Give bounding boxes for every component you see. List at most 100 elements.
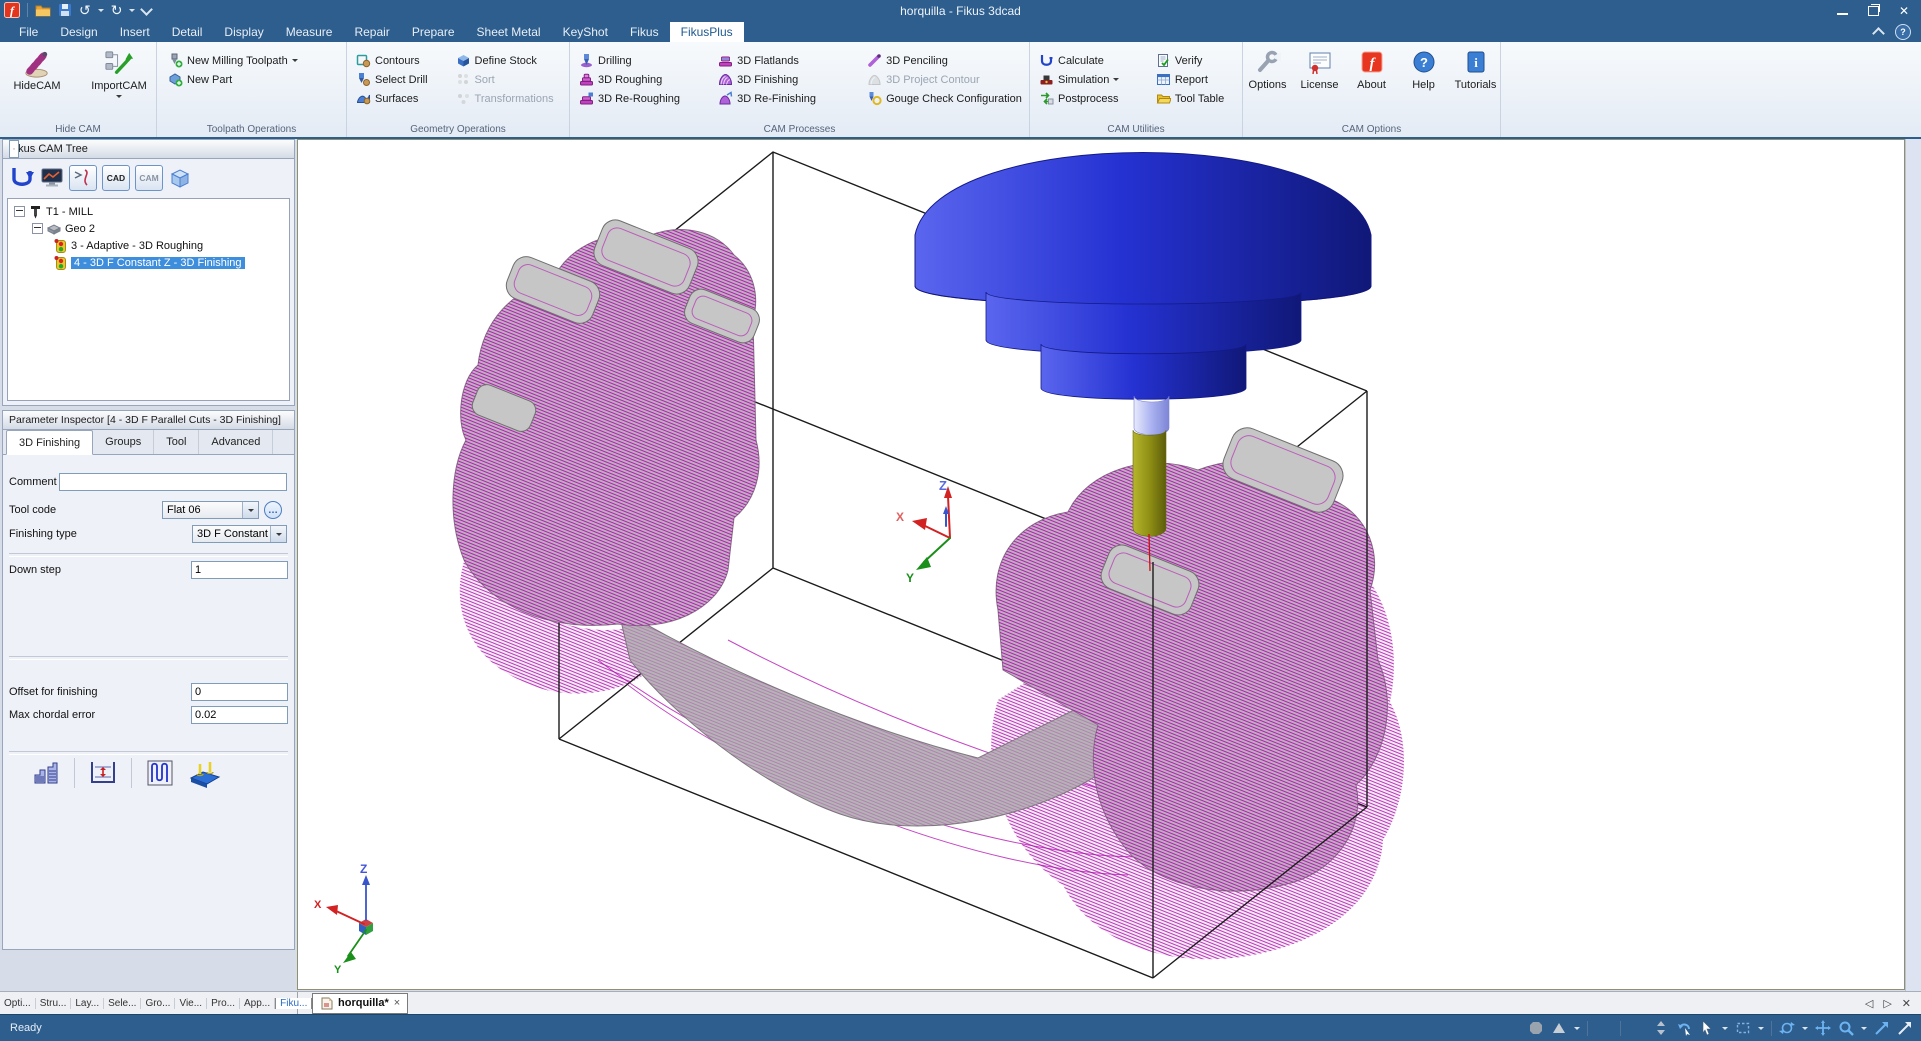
undo-dropdown[interactable]: [98, 9, 104, 15]
3d-re-roughing-button[interactable]: 3D Re-Roughing: [576, 89, 715, 108]
panel-tab-views[interactable]: Vie...: [175, 998, 207, 1009]
measure-arrow-icon[interactable]: [1874, 1020, 1890, 1036]
stop-octagon-icon[interactable]: [1528, 1020, 1544, 1036]
postprocess-button[interactable]: Postprocess: [1036, 89, 1153, 108]
cam-view-button[interactable]: CAM: [135, 165, 163, 191]
gouge-check-configuration-button[interactable]: Gouge Check Configuration: [864, 89, 1029, 108]
combo-arrow[interactable]: [270, 526, 286, 542]
tab-repair[interactable]: Repair: [343, 22, 400, 42]
close-button[interactable]: ✕: [1899, 4, 1909, 18]
fikus-cam-icon[interactable]: [9, 166, 35, 190]
tab-sheet-metal[interactable]: Sheet Metal: [466, 22, 552, 42]
collapse-toggle[interactable]: [14, 206, 25, 217]
simulation-button[interactable]: Simulation: [1036, 70, 1153, 89]
simulation-dropdown[interactable]: [1113, 78, 1119, 84]
drilling-button[interactable]: Drilling: [576, 51, 715, 70]
tree-item-t1-mill[interactable]: T1 - MILL: [8, 203, 289, 220]
tab-detail[interactable]: Detail: [161, 22, 214, 42]
surfaces-button[interactable]: Surfaces: [353, 89, 453, 108]
undo-icon[interactable]: ↺: [79, 2, 91, 18]
select-drill-button[interactable]: Select Drill: [353, 70, 453, 89]
help-button[interactable]: ? Help: [1400, 49, 1448, 91]
scroll-arrows-icon[interactable]: [1653, 1020, 1669, 1036]
importcam-dropdown[interactable]: [116, 95, 122, 101]
tab-nav-prev-icon[interactable]: ◁: [1865, 997, 1873, 1010]
help-icon[interactable]: ?: [1895, 24, 1911, 40]
open-folder-icon[interactable]: [35, 3, 51, 17]
about-button[interactable]: f About: [1348, 49, 1396, 91]
new-milling-toolpath-dropdown[interactable]: [292, 59, 298, 65]
restore-button[interactable]: [1868, 6, 1879, 16]
orbit-dropdown[interactable]: [1802, 1027, 1808, 1033]
tab-nav-next-icon[interactable]: ▷: [1883, 997, 1891, 1010]
customize-qat-icon[interactable]: [141, 3, 154, 16]
panel-tab-groups[interactable]: Gro...: [141, 998, 175, 1009]
layer-triangle-icon[interactable]: [1551, 1020, 1567, 1036]
redo-dropdown[interactable]: [129, 9, 135, 15]
tab-tool[interactable]: Tool: [154, 430, 199, 454]
new-part-button[interactable]: New Part: [165, 70, 342, 89]
tool-code-select[interactable]: Flat 06: [162, 501, 259, 519]
3d-finishing-button[interactable]: 3D Finishing: [715, 70, 864, 89]
3d-penciling-button[interactable]: 3D Penciling: [864, 51, 1029, 70]
marquee-dropdown[interactable]: [1758, 1027, 1764, 1033]
zoom-icon[interactable]: [1838, 1020, 1854, 1036]
tab-prepare[interactable]: Prepare: [401, 22, 466, 42]
zoom-dropdown[interactable]: [1861, 1027, 1867, 1033]
combo-arrow[interactable]: [242, 502, 258, 518]
panel-tab-apps[interactable]: App...: [240, 998, 275, 1009]
viewport-3d[interactable]: Z X Y Z X Y: [297, 139, 1905, 990]
comment-input[interactable]: [59, 473, 287, 491]
down-step-input[interactable]: [191, 561, 288, 579]
define-stock-button[interactable]: Define Stock: [453, 51, 569, 70]
document-tab-horquilla[interactable]: horquilla* ×: [312, 993, 408, 1014]
annotate-arrow-icon[interactable]: [1897, 1020, 1913, 1036]
panel-tab-selection[interactable]: Sele...: [104, 998, 141, 1009]
tree-item-roughing[interactable]: 3 - Adaptive - 3D Roughing: [8, 237, 289, 254]
save-icon[interactable]: [58, 3, 72, 17]
toolpath-curve-button[interactable]: [69, 165, 97, 191]
orbit-rotate-icon[interactable]: [1779, 1020, 1795, 1036]
tool-table-button[interactable]: Tool Table: [1153, 89, 1242, 108]
tab-groups[interactable]: Groups: [93, 430, 154, 454]
depth-limits-icon[interactable]: [88, 758, 118, 788]
3d-roughing-button[interactable]: 3D Roughing: [576, 70, 715, 89]
select-cursor-icon[interactable]: [1699, 1020, 1715, 1036]
3d-re-finishing-button[interactable]: 3D Re-Finishing: [715, 89, 864, 108]
tree-item-geo-2[interactable]: Geo 2: [8, 220, 289, 237]
panel-tab-structure[interactable]: Stru...: [36, 998, 72, 1009]
marquee-select-icon[interactable]: [1735, 1020, 1751, 1036]
tab-file[interactable]: File: [8, 22, 49, 42]
pin-icon[interactable]: [9, 140, 19, 158]
tutorials-button[interactable]: i Tutorials: [1452, 49, 1500, 91]
pan-icon[interactable]: [1815, 1020, 1831, 1036]
importcam-button[interactable]: ImportCAM: [84, 47, 154, 101]
collapse-toggle[interactable]: [32, 223, 43, 234]
cad-view-button[interactable]: CAD: [102, 165, 130, 191]
panel-tab-layers[interactable]: Lay...: [71, 998, 104, 1009]
finishing-type-select[interactable]: 3D F Constant: [192, 525, 287, 543]
options-button[interactable]: Options: [1244, 49, 1292, 91]
tab-insert[interactable]: Insert: [109, 22, 161, 42]
panel-tab-properties[interactable]: Pro...: [207, 998, 240, 1009]
tab-design[interactable]: Design: [49, 22, 108, 42]
document-close-icon[interactable]: ×: [394, 997, 400, 1009]
redo-icon[interactable]: ↻: [111, 2, 123, 18]
tab-fikusplus[interactable]: FikusPlus: [670, 22, 744, 42]
panel-tab-options[interactable]: Opti...: [0, 998, 36, 1009]
minimize-button[interactable]: [1837, 13, 1848, 15]
layer-dropdown[interactable]: [1574, 1027, 1580, 1033]
screen-icon[interactable]: [40, 167, 64, 189]
hidecam-button[interactable]: HideCAM: [2, 47, 72, 101]
select-dropdown[interactable]: [1722, 1027, 1728, 1033]
new-milling-toolpath-button[interactable]: New Milling Toolpath: [165, 51, 342, 70]
max-chordal-error-input[interactable]: [191, 706, 288, 724]
panel-tab-fikus[interactable]: Fiku...: [275, 998, 312, 1009]
tab-3d-finishing[interactable]: 3D Finishing: [6, 430, 93, 455]
tab-advanced[interactable]: Advanced: [199, 430, 273, 454]
collapse-ribbon-icon[interactable]: [1872, 27, 1885, 40]
tab-display[interactable]: Display: [213, 22, 274, 42]
tool-browse-button[interactable]: …: [264, 501, 282, 519]
machining-part-icon[interactable]: [188, 758, 222, 788]
3d-flatlands-button[interactable]: 3D Flatlands: [715, 51, 864, 70]
